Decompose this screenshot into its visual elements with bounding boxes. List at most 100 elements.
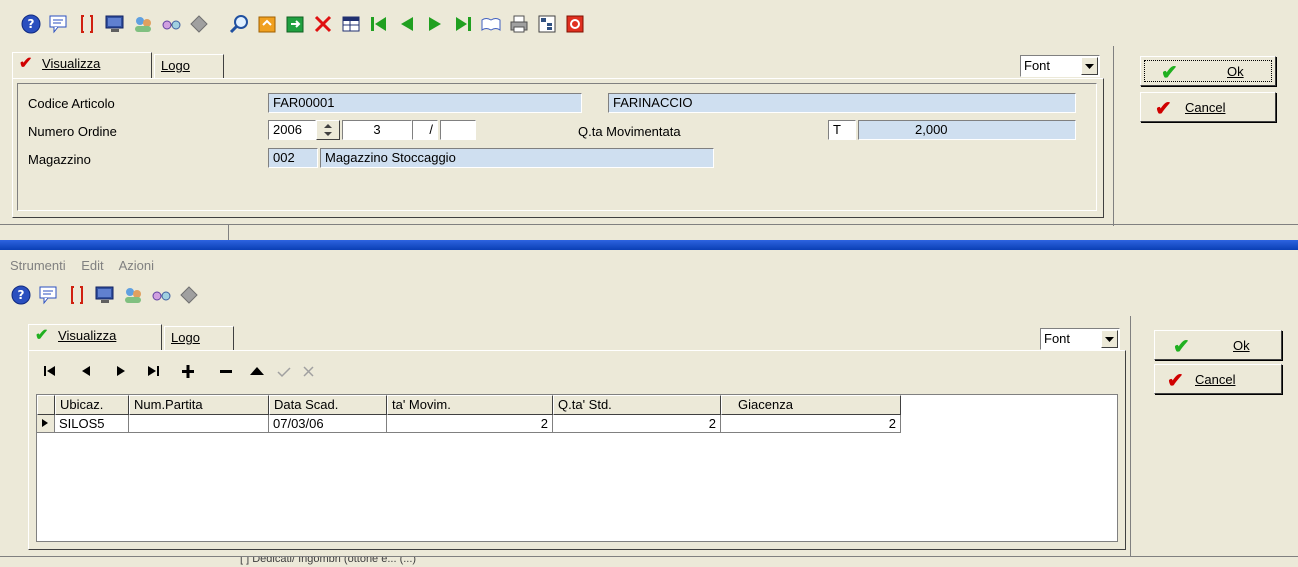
chevron-down-icon[interactable] (1101, 330, 1118, 348)
unit-field[interactable]: T (828, 120, 856, 140)
ok-label: Ok (1233, 337, 1250, 353)
users-icon[interactable] (132, 13, 154, 35)
nav-insert-icon[interactable] (182, 365, 194, 378)
search-icon[interactable] (228, 13, 250, 35)
previous-record-icon[interactable] (396, 13, 418, 35)
monitor-icon[interactable] (94, 284, 116, 306)
status-text: [ ] Dedicati/ Ingombri (ottone e... (...… (240, 556, 417, 565)
help-icon[interactable]: ? (20, 13, 42, 35)
tab-logo[interactable]: Logo (164, 326, 234, 350)
tab-logo[interactable]: Logo (154, 54, 224, 78)
order-number-field[interactable]: 3 (342, 120, 412, 140)
table-cell[interactable] (129, 415, 269, 433)
qta-movimentata-value: 2,000 (915, 122, 948, 137)
bracket-icon[interactable] (66, 284, 88, 306)
exit-icon[interactable] (564, 13, 586, 35)
tab-visualizza-label: Visualizza (42, 56, 101, 71)
column-header[interactable]: Data Scad. (269, 395, 387, 415)
top-right-separator (1113, 46, 1114, 226)
table-cell[interactable]: 2 (721, 415, 901, 433)
last-record-icon[interactable] (452, 13, 474, 35)
grid-icon[interactable] (340, 13, 362, 35)
column-header[interactable]: Num.Partita (129, 395, 269, 415)
order-number-value: 3 (373, 122, 381, 137)
cancel-label: Cancel (1185, 99, 1226, 115)
main-toolbar: ? (0, 0, 1298, 46)
table-cell[interactable]: 2 (553, 415, 721, 433)
menu-strumenti[interactable]: Strumenti (10, 258, 66, 273)
font-select-value: Font (1024, 58, 1051, 73)
bracket-icon[interactable] (76, 13, 98, 35)
chevron-down-icon[interactable] (1081, 57, 1098, 75)
table-cell[interactable]: 2 (387, 415, 553, 433)
users-icon[interactable] (122, 284, 144, 306)
column-header[interactable]: Ubicaz. (55, 395, 129, 415)
nav-post-icon[interactable] (277, 367, 291, 378)
data-grid[interactable]: Ubicaz. Num.Partita Data Scad. ta' Movim… (36, 394, 1118, 542)
tab-visualizza[interactable]: ✔ Visualizza (28, 324, 162, 350)
cancel-check-icon: ✔ (1155, 98, 1172, 120)
order-year-spinner[interactable] (316, 120, 340, 140)
next-record-icon[interactable] (424, 13, 446, 35)
font-select[interactable]: Font (1040, 328, 1120, 350)
delete-icon[interactable] (312, 13, 334, 35)
qta-movimentata-label: Q.ta Movimentata (578, 124, 681, 139)
top-ok-button[interactable]: ✔ Ok (1140, 56, 1276, 86)
nav-prior-icon[interactable] (82, 366, 90, 376)
ok-label: Ok (1227, 63, 1244, 79)
bottom-window: Strumenti Edit Azioni ? ✔ Visualizza Log… (0, 250, 1298, 566)
menu-azioni[interactable]: Azioni (119, 258, 154, 273)
monitor-icon[interactable] (104, 13, 126, 35)
order-suffix-field[interactable] (440, 120, 476, 140)
nav-last-icon[interactable] (148, 366, 159, 376)
diamond-icon[interactable] (188, 13, 210, 35)
print-icon[interactable] (508, 13, 530, 35)
table-cell[interactable]: 07/03/06 (269, 415, 387, 433)
first-record-icon[interactable] (368, 13, 390, 35)
top-cancel-button[interactable]: ✔ Cancel (1140, 92, 1276, 122)
second-window-titlebar (0, 240, 1298, 250)
nav-delete-icon[interactable] (220, 370, 232, 373)
tree-icon[interactable] (536, 13, 558, 35)
nav-cancel-icon[interactable] (303, 366, 314, 377)
top-status-bar (0, 224, 1298, 241)
order-year-field[interactable]: 2006 (268, 120, 316, 140)
magazzino-description-field[interactable]: Magazzino Stoccaggio (320, 148, 714, 168)
font-select[interactable]: Font (1020, 55, 1100, 77)
tab-visualizza[interactable]: ✔ Visualizza (12, 52, 152, 78)
comment-icon[interactable] (38, 284, 60, 306)
table-cell[interactable]: SILOS5 (55, 415, 129, 433)
svg-text:?: ? (18, 288, 25, 302)
nav-next-icon[interactable] (117, 366, 125, 376)
check-icon: ✔ (35, 327, 49, 344)
comment-icon[interactable] (48, 13, 70, 35)
bottom-ok-button[interactable]: ✔ Ok (1154, 330, 1282, 360)
grid-indicator-header (37, 395, 55, 415)
row-indicator[interactable] (37, 415, 55, 433)
nav-first-icon[interactable] (44, 366, 55, 376)
magazzino-code-field[interactable]: 002 (268, 148, 318, 168)
glasses-icon[interactable] (150, 284, 172, 306)
numero-ordine-label: Numero Ordine (28, 124, 117, 139)
column-header[interactable]: ta' Movim. (387, 395, 553, 415)
order-separator-field[interactable]: / (412, 120, 438, 140)
folder-icon[interactable] (256, 13, 278, 35)
glasses-icon[interactable] (160, 13, 182, 35)
qta-movimentata-field[interactable]: 2,000 (858, 120, 1076, 140)
bottom-cancel-button[interactable]: ✔ Cancel (1154, 364, 1282, 394)
export-icon[interactable] (284, 13, 306, 35)
book-icon[interactable] (480, 13, 502, 35)
menu-edit[interactable]: Edit (81, 258, 103, 273)
record-navigator (40, 362, 360, 382)
top-window: ? ✔ Visualizza Logo Font Codice Articolo… (0, 0, 1298, 241)
articolo-description-field[interactable]: FARINACCIO (608, 93, 1076, 113)
column-header[interactable]: Q.ta' Std. (553, 395, 721, 415)
column-header[interactable]: Giacenza (721, 395, 901, 415)
nav-edit-icon[interactable] (250, 367, 264, 375)
tab-logo-label: Logo (161, 58, 190, 73)
diamond-icon[interactable] (178, 284, 200, 306)
codice-articolo-field[interactable]: FAR00001 (268, 93, 582, 113)
bottom-status-bar: [ ] Dedicati/ Ingombri (ottone e... (...… (0, 556, 1298, 567)
help-icon[interactable]: ? (10, 284, 32, 306)
bottom-right-separator (1130, 316, 1131, 556)
